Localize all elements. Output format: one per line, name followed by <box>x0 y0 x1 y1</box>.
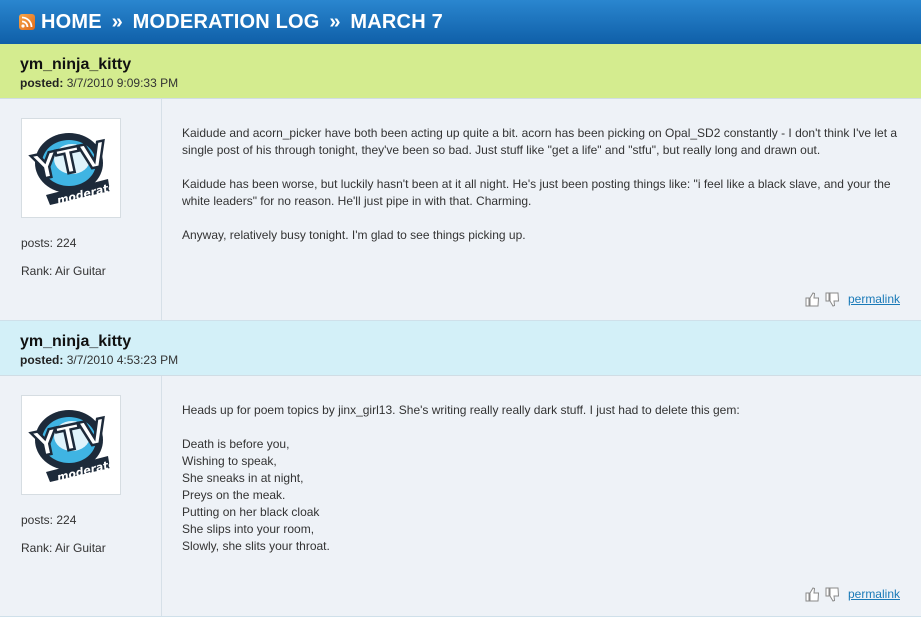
author-sidebar: YTV moderator posts: 224 Rank: Air Guita… <box>0 99 162 320</box>
post-date: posted: 3/7/2010 9:09:33 PM <box>20 75 901 91</box>
breadcrumb-home[interactable]: HOME <box>41 11 102 33</box>
ytv-moderator-logo-icon: YTV moderator <box>28 133 118 207</box>
svg-text:YTV: YTV <box>29 411 111 466</box>
post-content: Heads up for poem topics by jinx_girl13.… <box>162 376 921 616</box>
post-count: posts: 224 <box>21 236 77 250</box>
posted-value: 3/7/2010 4:53:23 PM <box>66 353 179 367</box>
breadcrumb: HOME » MODERATION LOG » MARCH 7 <box>41 11 443 34</box>
user-rank: Rank: Air Guitar <box>21 264 106 278</box>
post-count: posts: 224 <box>21 513 77 527</box>
post-actions: permalink <box>805 586 900 603</box>
breadcrumb-separator: » <box>329 10 341 33</box>
poem-line: Preys on the meak. <box>182 488 286 502</box>
thumbs-up-icon[interactable] <box>805 587 820 602</box>
page-header: HOME » MODERATION LOG » MARCH 7 <box>0 0 921 44</box>
avatar: YTV moderator <box>21 395 121 495</box>
permalink-link[interactable]: permalink <box>848 291 900 308</box>
post-paragraph: Kaidude has been worse, but luckily hasn… <box>182 177 891 208</box>
post-header: ym_ninja_kitty posted: 3/7/2010 9:09:33 … <box>0 44 921 99</box>
posted-value: 3/7/2010 9:09:33 PM <box>66 76 179 90</box>
rss-icon[interactable] <box>19 14 35 30</box>
avatar: YTV moderator <box>21 118 121 218</box>
post-content: Kaidude and acorn_picker have both been … <box>162 99 921 320</box>
author-sidebar: YTV moderator posts: 224 Rank: Air Guita… <box>0 376 162 616</box>
svg-text:YTV: YTV <box>29 134 111 189</box>
poem-line: Putting on her black cloak <box>182 505 320 519</box>
user-rank: Rank: Air Guitar <box>21 541 106 555</box>
thumbs-down-icon[interactable] <box>825 587 840 602</box>
post-author[interactable]: ym_ninja_kitty <box>20 55 901 75</box>
post-paragraph: Heads up for poem topics by jinx_girl13.… <box>182 403 740 417</box>
breadcrumb-section[interactable]: MODERATION LOG <box>133 11 320 33</box>
poem-line: Wishing to speak, <box>182 454 277 468</box>
ytv-moderator-logo-icon: YTV moderator <box>28 410 118 484</box>
post-date: posted: 3/7/2010 4:53:23 PM <box>20 352 901 368</box>
post: ym_ninja_kitty posted: 3/7/2010 4:53:23 … <box>0 321 921 617</box>
post-body: YTV moderator posts: 224 Rank: Air Guita… <box>0 376 921 616</box>
thumbs-down-icon[interactable] <box>825 292 840 307</box>
poem-line: She sneaks in at night, <box>182 471 304 485</box>
breadcrumb-separator: » <box>111 10 123 33</box>
posted-label: posted: <box>20 353 64 367</box>
post-author[interactable]: ym_ninja_kitty <box>20 332 901 352</box>
posted-label: posted: <box>20 76 64 90</box>
post-paragraph: Anyway, relatively busy tonight. I'm gla… <box>182 228 526 242</box>
post: ym_ninja_kitty posted: 3/7/2010 9:09:33 … <box>0 44 921 321</box>
post-body: YTV moderator posts: 224 Rank: Air Guita… <box>0 99 921 320</box>
poem-line: Death is before you, <box>182 437 290 451</box>
poem-line: Slowly, she slits your throat. <box>182 539 330 553</box>
breadcrumb-current: MARCH 7 <box>350 10 443 33</box>
poem-line: She slips into your room, <box>182 522 315 536</box>
post-header: ym_ninja_kitty posted: 3/7/2010 4:53:23 … <box>0 321 921 376</box>
post-actions: permalink <box>805 291 900 308</box>
post-paragraph: Kaidude and acorn_picker have both been … <box>182 126 898 157</box>
thumbs-up-icon[interactable] <box>805 292 820 307</box>
permalink-link[interactable]: permalink <box>848 586 900 603</box>
poem-block: Death is before you, Wishing to speak, S… <box>182 436 901 555</box>
